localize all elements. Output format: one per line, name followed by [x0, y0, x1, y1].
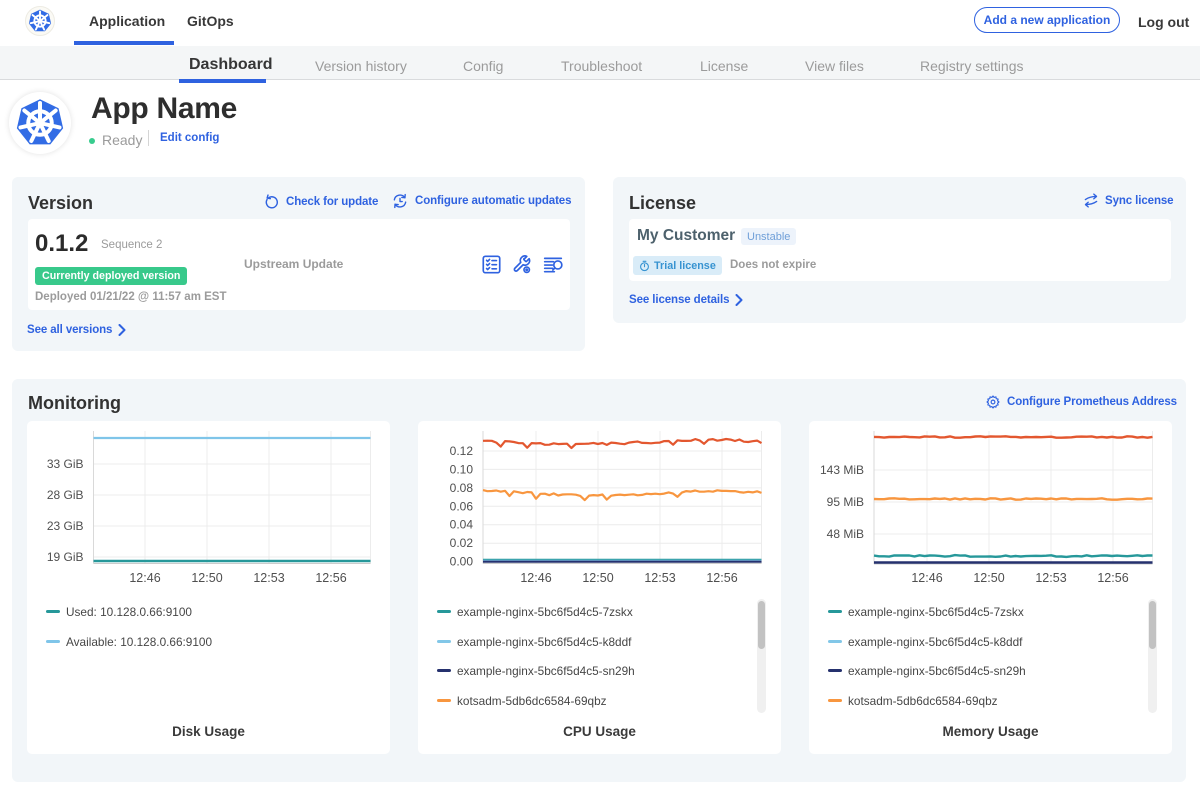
svg-text:12:46: 12:46 — [129, 571, 160, 585]
svg-text:0.08: 0.08 — [450, 481, 474, 495]
svg-text:0.00: 0.00 — [450, 555, 474, 569]
svg-text:12:50: 12:50 — [582, 571, 613, 585]
svg-text:48 MiB: 48 MiB — [827, 527, 864, 541]
svg-text:23 GiB: 23 GiB — [47, 519, 84, 533]
svg-text:12:50: 12:50 — [191, 571, 222, 585]
svg-text:143 MiB: 143 MiB — [820, 463, 864, 477]
svg-text:95 MiB: 95 MiB — [827, 495, 864, 509]
svg-text:12:53: 12:53 — [644, 571, 675, 585]
svg-text:33 GiB: 33 GiB — [47, 457, 84, 471]
svg-text:12:50: 12:50 — [973, 571, 1004, 585]
svg-text:12:53: 12:53 — [1035, 571, 1066, 585]
svg-text:12:46: 12:46 — [911, 571, 942, 585]
svg-text:0.04: 0.04 — [450, 518, 474, 532]
svg-text:12:56: 12:56 — [315, 571, 346, 585]
svg-text:28 GiB: 28 GiB — [47, 488, 84, 502]
svg-text:12:53: 12:53 — [253, 571, 284, 585]
svg-text:0.12: 0.12 — [450, 444, 474, 458]
svg-text:0.02: 0.02 — [450, 536, 474, 550]
svg-text:12:46: 12:46 — [520, 571, 551, 585]
svg-text:19 GiB: 19 GiB — [47, 550, 84, 564]
svg-text:12:56: 12:56 — [1097, 571, 1128, 585]
svg-text:12:56: 12:56 — [706, 571, 737, 585]
svg-text:0.06: 0.06 — [450, 499, 474, 513]
svg-text:0.10: 0.10 — [450, 462, 474, 476]
